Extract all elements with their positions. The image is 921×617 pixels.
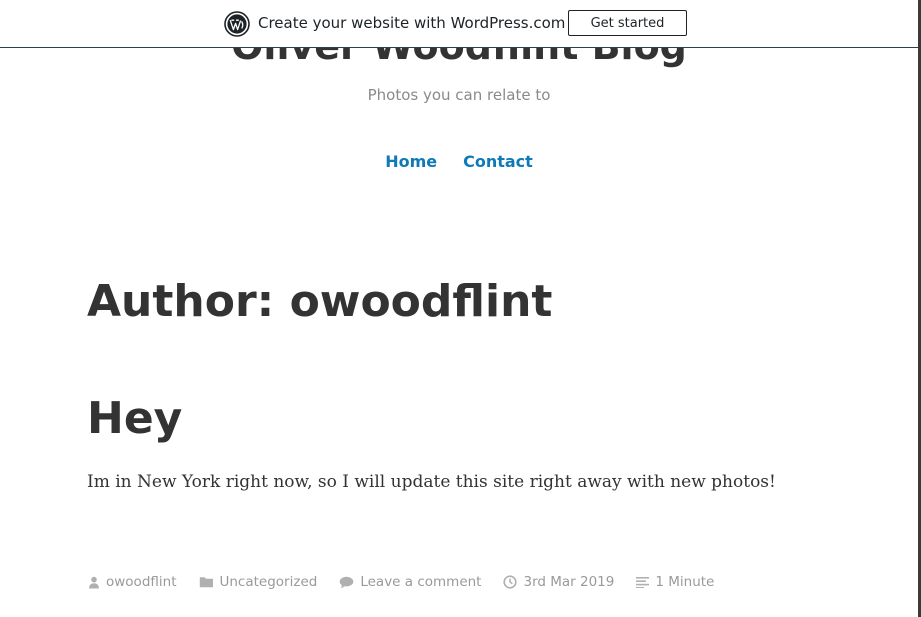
main-navigation: Home Contact	[0, 152, 918, 171]
meta-comments: Leave a comment	[339, 574, 481, 590]
post-meta: owoodflint Uncategorized Leave a comment…	[88, 574, 736, 590]
post-title[interactable]: Hey	[87, 393, 182, 444]
site-tagline: Photos you can relate to	[367, 86, 551, 104]
page: Oliver Woodflint Blog Photos you can rel…	[0, 0, 921, 617]
author-link[interactable]: owoodflint	[106, 574, 177, 590]
meta-reading-time: 1 Minute	[636, 574, 714, 590]
folder-icon	[199, 577, 213, 588]
post-date-link[interactable]: 3rd Mar 2019	[523, 574, 614, 590]
category-link[interactable]: Uncategorized	[220, 574, 318, 590]
nav-item-home[interactable]: Home	[385, 152, 437, 171]
meta-author: owoodflint	[88, 574, 177, 590]
speech-bubble-icon	[340, 576, 354, 588]
meta-date: 3rd Mar 2019	[503, 574, 614, 590]
reading-time: 1 Minute	[655, 574, 715, 590]
clock-icon	[503, 575, 518, 589]
text-lines-icon	[636, 577, 650, 588]
wordpress-logo-icon[interactable]	[224, 11, 250, 37]
archive-title: Author: owoodflint	[87, 276, 553, 327]
nav-item-contact[interactable]: Contact	[463, 152, 533, 171]
leave-comment-link[interactable]: Leave a comment	[360, 574, 481, 590]
wordpress-promo-text: Create your website with WordPress.com	[258, 14, 566, 32]
meta-category: Uncategorized	[199, 574, 318, 590]
wordpress-promo-banner: Create your website with WordPress.com G…	[0, 0, 918, 48]
get-started-button[interactable]: Get started	[568, 10, 687, 36]
post-content: Im in New York right now, so I will upda…	[87, 472, 776, 492]
person-icon	[89, 576, 99, 588]
